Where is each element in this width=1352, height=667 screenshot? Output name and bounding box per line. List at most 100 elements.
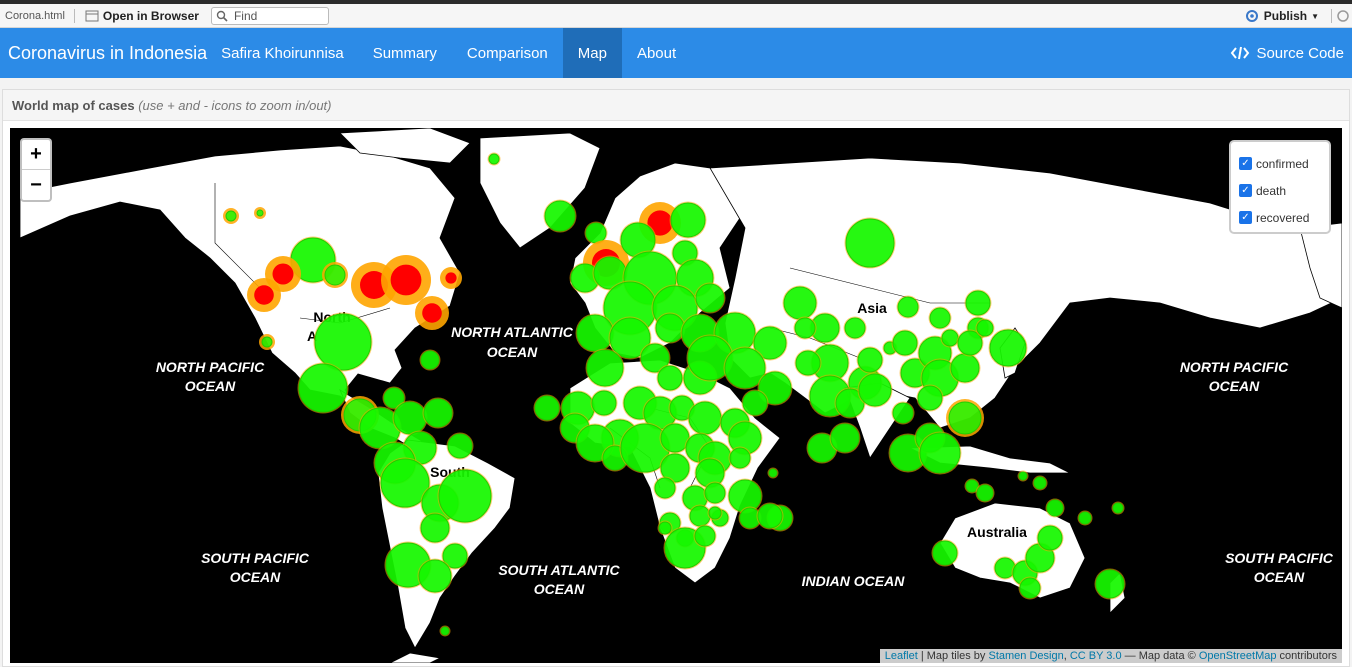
recovered-marker[interactable] bbox=[830, 423, 860, 453]
publish-label: Publish bbox=[1263, 9, 1308, 23]
zoom-in-button[interactable]: + bbox=[22, 140, 50, 170]
recovered-marker[interactable] bbox=[783, 286, 817, 320]
death-marker[interactable] bbox=[422, 303, 442, 323]
recovered-marker[interactable] bbox=[941, 329, 959, 347]
dashboard-title[interactable]: Coronavirus in Indonesia bbox=[0, 28, 221, 78]
recovered-marker[interactable] bbox=[438, 469, 492, 523]
world-map[interactable]: NORTH PACIFIC OCEAN NORTH ATLANTIC OCEAN… bbox=[10, 128, 1342, 663]
license-link[interactable]: CC BY 3.0 bbox=[1070, 650, 1122, 662]
recovered-marker[interactable] bbox=[976, 319, 994, 337]
death-marker[interactable] bbox=[272, 263, 294, 285]
open-in-browser-label: Open in Browser bbox=[102, 8, 199, 23]
recovered-marker[interactable] bbox=[897, 296, 919, 318]
recovered-marker[interactable] bbox=[976, 484, 994, 502]
checkbox-confirmed[interactable]: ✓ bbox=[1239, 157, 1252, 170]
layer-recovered[interactable]: ✓ recovered bbox=[1239, 204, 1321, 231]
recovered-marker[interactable] bbox=[423, 398, 453, 428]
recovered-marker[interactable] bbox=[534, 395, 560, 421]
recovered-marker[interactable] bbox=[261, 336, 273, 348]
find-placeholder: Find bbox=[233, 8, 258, 23]
recovered-marker[interactable] bbox=[917, 385, 943, 411]
recovered-marker[interactable] bbox=[950, 353, 980, 383]
recovered-marker[interactable] bbox=[948, 401, 982, 435]
leaflet-link[interactable]: Leaflet bbox=[885, 650, 918, 662]
recovered-marker[interactable] bbox=[576, 314, 614, 352]
recovered-marker[interactable] bbox=[586, 349, 624, 387]
label-south-pacific-left-1: SOUTH PACIFIC bbox=[201, 550, 310, 566]
publish-button[interactable]: Publish ▼ bbox=[1244, 9, 1327, 23]
tab-about[interactable]: About bbox=[622, 28, 691, 78]
recovered-marker[interactable] bbox=[919, 432, 961, 474]
recovered-marker[interactable] bbox=[689, 505, 711, 527]
checkbox-death[interactable]: ✓ bbox=[1239, 184, 1252, 197]
recovered-marker[interactable] bbox=[929, 307, 951, 329]
checkbox-recovered[interactable]: ✓ bbox=[1239, 211, 1252, 224]
recovered-marker[interactable] bbox=[657, 365, 683, 391]
recovered-marker[interactable] bbox=[447, 433, 473, 459]
death-marker[interactable] bbox=[390, 264, 422, 296]
recovered-marker[interactable] bbox=[1018, 471, 1028, 481]
zoom-out-button[interactable]: − bbox=[22, 170, 50, 200]
recovered-marker[interactable] bbox=[420, 350, 440, 370]
recovered-marker[interactable] bbox=[1033, 476, 1047, 490]
recovered-marker[interactable] bbox=[654, 477, 676, 499]
layer-confirmed[interactable]: ✓ confirmed bbox=[1239, 150, 1321, 177]
recovered-marker[interactable] bbox=[591, 390, 617, 416]
tab-comparison[interactable]: Comparison bbox=[452, 28, 563, 78]
recovered-marker[interactable] bbox=[989, 329, 1027, 367]
recovered-marker[interactable] bbox=[932, 540, 958, 566]
recovered-marker[interactable] bbox=[418, 559, 452, 593]
source-code-label: Source Code bbox=[1256, 44, 1344, 62]
source-code-link[interactable]: Source Code bbox=[1230, 28, 1344, 78]
recovered-marker[interactable] bbox=[1019, 577, 1041, 599]
recovered-marker[interactable] bbox=[658, 521, 672, 535]
recovered-marker[interactable] bbox=[256, 209, 264, 217]
recovered-marker[interactable] bbox=[795, 350, 821, 376]
recovered-marker[interactable] bbox=[844, 317, 866, 339]
recovered-marker[interactable] bbox=[695, 283, 725, 313]
death-marker[interactable] bbox=[254, 285, 274, 305]
recovered-marker[interactable] bbox=[655, 313, 685, 343]
recovered-marker[interactable] bbox=[892, 330, 918, 356]
recovered-marker[interactable] bbox=[708, 506, 722, 520]
recovered-marker[interactable] bbox=[694, 525, 716, 547]
layer-death[interactable]: ✓ death bbox=[1239, 177, 1321, 204]
recovered-marker[interactable] bbox=[1112, 502, 1124, 514]
recovered-marker[interactable] bbox=[225, 210, 237, 222]
recovered-marker[interactable] bbox=[314, 313, 372, 371]
osm-link[interactable]: OpenStreetMap bbox=[1199, 650, 1277, 662]
recovered-marker[interactable] bbox=[544, 200, 576, 232]
recovered-marker[interactable] bbox=[757, 503, 783, 529]
refresh-icon[interactable] bbox=[1336, 9, 1350, 23]
recovered-marker[interactable] bbox=[488, 153, 500, 165]
recovered-marker[interactable] bbox=[742, 390, 768, 416]
recovered-marker[interactable] bbox=[585, 222, 607, 244]
recovered-marker[interactable] bbox=[393, 401, 427, 435]
recovered-marker[interactable] bbox=[1078, 511, 1092, 525]
recovered-marker[interactable] bbox=[728, 479, 762, 513]
recovered-marker[interactable] bbox=[892, 402, 914, 424]
stamen-link[interactable]: Stamen Design bbox=[988, 650, 1063, 662]
death-marker[interactable] bbox=[445, 272, 457, 284]
recovered-marker[interactable] bbox=[1095, 569, 1125, 599]
recovered-marker[interactable] bbox=[857, 347, 883, 373]
recovered-marker[interactable] bbox=[1046, 499, 1064, 517]
find-input[interactable]: Find bbox=[210, 6, 329, 25]
recovered-marker[interactable] bbox=[858, 373, 892, 407]
tab-map[interactable]: Map bbox=[562, 28, 622, 78]
recovered-marker[interactable] bbox=[420, 513, 450, 543]
recovered-marker[interactable] bbox=[729, 447, 751, 469]
tab-summary[interactable]: Summary bbox=[358, 28, 452, 78]
recovered-marker[interactable] bbox=[440, 626, 450, 636]
recovered-marker[interactable] bbox=[768, 468, 778, 478]
recovered-marker[interactable] bbox=[794, 317, 816, 339]
recovered-marker[interactable] bbox=[298, 363, 348, 413]
recovered-marker[interactable] bbox=[670, 202, 706, 238]
recovered-marker[interactable] bbox=[688, 401, 722, 435]
open-in-browser-button[interactable]: Open in Browser bbox=[79, 9, 205, 23]
recovered-marker[interactable] bbox=[1037, 525, 1063, 551]
recovered-marker[interactable] bbox=[965, 290, 991, 316]
recovered-marker[interactable] bbox=[704, 482, 726, 504]
recovered-marker[interactable] bbox=[324, 264, 346, 286]
recovered-marker[interactable] bbox=[845, 218, 895, 268]
